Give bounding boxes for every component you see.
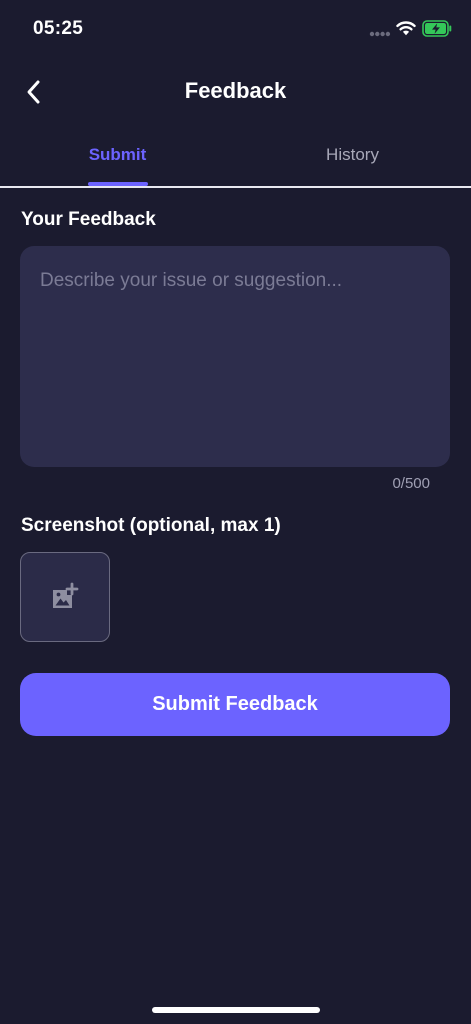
tab-submit[interactable]: Submit — [0, 136, 235, 186]
tab-bar: Submit History — [0, 136, 471, 188]
nav-header: Feedback — [0, 66, 471, 118]
submit-feedback-button[interactable]: Submit Feedback — [20, 673, 450, 736]
home-indicator — [152, 1007, 320, 1013]
feedback-screen: 05:25 Feedback Submit History Your Feedb… — [0, 0, 471, 1024]
cellular-signal-icon — [369, 31, 391, 37]
active-tab-indicator — [88, 182, 148, 186]
screenshot-label: Screenshot (optional, max 1) — [21, 515, 281, 536]
battery-charging-icon — [422, 20, 452, 37]
status-time: 05:25 — [33, 18, 84, 39]
status-bar: 05:25 — [0, 0, 471, 56]
page-title: Feedback — [184, 78, 287, 103]
wifi-icon — [396, 21, 416, 36]
tab-history[interactable]: History — [235, 136, 470, 186]
feedback-input[interactable] — [20, 246, 450, 467]
feedback-label: Your Feedback — [21, 209, 156, 230]
add-screenshot-button[interactable] — [20, 552, 110, 642]
add-image-icon — [53, 582, 79, 608]
character-counter: 0/500 — [392, 475, 430, 492]
